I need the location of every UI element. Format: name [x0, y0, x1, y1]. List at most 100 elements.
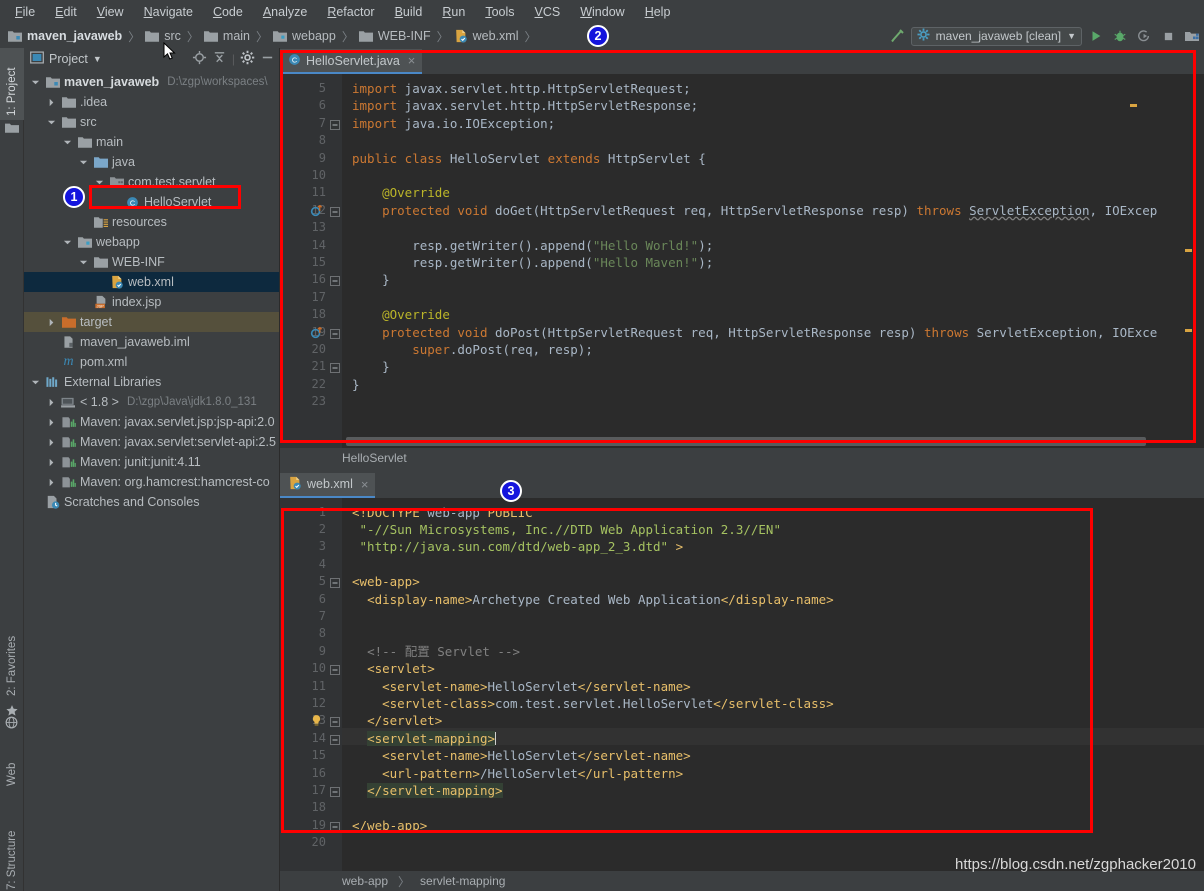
code-fold-icon[interactable] — [330, 118, 341, 130]
project-structure-icon[interactable] — [1182, 26, 1202, 46]
tree-node-maven--org-hamcrest-hamcrest-co[interactable]: Maven: org.hamcrest:hamcrest-co — [24, 472, 279, 492]
code-line[interactable]: resp.getWriter().append("Hello World!"); — [352, 237, 713, 254]
code-line[interactable]: <servlet-mapping> — [352, 730, 496, 747]
tool-window-structure[interactable]: 7: Structure — [0, 800, 24, 891]
chevron-right-icon[interactable] — [46, 397, 57, 408]
chevron-down-icon[interactable] — [30, 377, 41, 388]
tree-node-webapp[interactable]: webapp — [24, 232, 279, 252]
code-line[interactable]: import javax.servlet.http.HttpServletRes… — [352, 97, 698, 114]
chevron-down-icon[interactable] — [62, 237, 73, 248]
code-line[interactable]: <servlet-class>com.test.servlet.HelloSer… — [352, 695, 834, 712]
editor-bottom-code[interactable]: 1 <!DOCTYPE web-app PUBLIC 2 "-//Sun Micro… — [280, 497, 1204, 871]
tree-node-scratches-and-consoles[interactable]: Scratches and Consoles — [24, 492, 279, 512]
menu-item-window[interactable]: Window — [571, 3, 633, 21]
tree-node-maven-javaweb-iml[interactable]: maven_javaweb.iml — [24, 332, 279, 352]
error-stripe-marker[interactable] — [1185, 249, 1192, 252]
code-line[interactable]: } — [352, 376, 360, 393]
chevron-down-icon[interactable] — [94, 177, 105, 188]
menu-item-help[interactable]: Help — [636, 3, 680, 21]
chevron-right-icon[interactable] — [46, 417, 57, 428]
code-fold-icon[interactable] — [330, 327, 341, 339]
chevron-down-icon[interactable] — [30, 77, 41, 88]
breadcrumb-maven-javaweb[interactable]: maven_javaweb — [6, 28, 125, 44]
code-line[interactable]: "http://java.sun.com/dtd/web-app_2_3.dtd… — [352, 538, 684, 555]
tree-node-maven-javaweb[interactable]: maven_javaweb D:\zgp\workspaces\ — [24, 72, 279, 92]
tree-node-external-libraries[interactable]: External Libraries — [24, 372, 279, 392]
code-line[interactable]: protected void doPost(HttpServletRequest… — [352, 324, 1157, 341]
collapse-all-icon[interactable] — [212, 50, 227, 68]
debug-icon[interactable] — [1110, 26, 1130, 46]
breadcrumb-web-inf[interactable]: WEB-INF — [357, 28, 434, 44]
code-line[interactable]: super.doPost(req, resp); — [352, 341, 593, 358]
chevron-right-icon[interactable] — [46, 317, 57, 328]
tab-HelloServlet-java[interactable]: C HelloServlet.java × — [280, 49, 423, 74]
code-line[interactable]: </servlet-mapping> — [352, 782, 503, 799]
chevron-down-icon[interactable] — [78, 257, 89, 268]
code-line[interactable]: resp.getWriter().append("Hello Maven!"); — [352, 254, 713, 271]
close-icon[interactable]: × — [361, 477, 369, 492]
tool-window-favorites[interactable]: 2: Favorites — [0, 608, 24, 700]
override-method-icon[interactable] — [310, 204, 323, 217]
code-line[interactable]: <servlet> — [352, 660, 435, 677]
tree-node-src[interactable]: src — [24, 112, 279, 132]
code-line[interactable]: protected void doGet(HttpServletRequest … — [352, 202, 1157, 219]
code-fold-icon[interactable] — [330, 576, 341, 589]
run-configuration-selector[interactable]: maven_javaweb [clean] ▼ — [910, 26, 1082, 46]
menu-item-run[interactable]: Run — [433, 3, 474, 21]
code-fold-icon[interactable] — [330, 715, 341, 728]
xml-breadcrumb-servlet-mapping[interactable]: servlet-mapping — [420, 874, 505, 888]
code-line[interactable]: <servlet-name>HelloServlet</servlet-name… — [352, 747, 691, 764]
menu-item-tools[interactable]: Tools — [476, 3, 523, 21]
code-line[interactable]: <url-pattern>/HelloServlet</url-pattern> — [352, 765, 683, 782]
override-method-icon[interactable] — [310, 326, 323, 339]
error-stripe-marker[interactable] — [1130, 104, 1137, 107]
code-line[interactable]: <web-app> — [352, 573, 420, 590]
code-line[interactable]: <!-- 配置 Servlet --> — [352, 643, 520, 660]
chevron-down-icon[interactable] — [78, 157, 89, 168]
menu-item-view[interactable]: View — [88, 3, 133, 21]
close-icon[interactable]: × — [408, 53, 416, 68]
tree-node--idea[interactable]: .idea — [24, 92, 279, 112]
menu-item-analyze[interactable]: Analyze — [254, 3, 316, 21]
tree-node-index-jsp[interactable]: JSP index.jsp — [24, 292, 279, 312]
tree-node-resources[interactable]: resources — [24, 212, 279, 232]
code-line[interactable]: @Override — [352, 306, 450, 323]
menu-item-build[interactable]: Build — [386, 3, 432, 21]
code-fold-icon[interactable] — [330, 274, 341, 287]
tool-window-web[interactable]: Web — [0, 734, 24, 790]
tree-node---1-8--[interactable]: < 1.8 > D:\zgp\Java\jdk1.8.0_131 — [24, 392, 279, 412]
tree-node-target[interactable]: target — [24, 312, 279, 332]
menu-item-refactor[interactable]: Refactor — [318, 3, 383, 21]
menu-item-code[interactable]: Code — [204, 3, 252, 21]
chevron-down-icon[interactable] — [46, 117, 57, 128]
tree-node-java[interactable]: java — [24, 152, 279, 172]
error-stripe-marker[interactable] — [1185, 329, 1192, 332]
code-line[interactable]: <!DOCTYPE web-app PUBLIC — [352, 504, 533, 521]
code-line[interactable]: <servlet-name>HelloServlet</servlet-name… — [352, 678, 691, 695]
settings-gear-icon[interactable] — [240, 50, 255, 68]
tree-node-maven--javax-servlet-servlet-api-2-5[interactable]: Maven: javax.servlet:servlet-api:2.5 — [24, 432, 279, 452]
editor-top-hscrollbar[interactable] — [346, 436, 1146, 446]
code-line[interactable]: import javax.servlet.http.HttpServletReq… — [352, 80, 691, 97]
chevron-right-icon[interactable] — [46, 437, 57, 448]
chevron-right-icon[interactable] — [46, 457, 57, 468]
tool-window-project[interactable]: 1: Project — [0, 48, 24, 120]
code-fold-icon[interactable] — [330, 361, 341, 374]
code-fold-icon[interactable] — [330, 820, 341, 832]
breadcrumb-class[interactable]: HelloServlet — [342, 451, 407, 465]
menu-item-vcs[interactable]: VCS — [526, 3, 570, 21]
code-line[interactable]: "-//Sun Microsystems, Inc.//DTD Web Appl… — [352, 521, 781, 538]
tree-node-com-test-servlet[interactable]: com.test.servlet — [24, 172, 279, 192]
code-line[interactable]: } — [352, 271, 390, 288]
run-coverage-icon[interactable] — [1134, 26, 1154, 46]
tree-node-web-xml[interactable]: web.xml — [24, 272, 279, 292]
stop-icon[interactable] — [1158, 26, 1178, 46]
tree-node-web-inf[interactable]: WEB-INF — [24, 252, 279, 272]
tab-web-xml[interactable]: web.xml × — [280, 472, 376, 498]
tree-node-pom-xml[interactable]: m pom.xml — [24, 352, 279, 372]
chevron-down-icon[interactable]: ▼ — [93, 54, 102, 64]
project-tree[interactable]: maven_javaweb D:\zgp\workspaces\ .idea src m… — [24, 70, 279, 891]
chevron-down-icon[interactable] — [62, 137, 73, 148]
chevron-right-icon[interactable] — [46, 477, 57, 488]
build-hammer-icon[interactable] — [887, 26, 907, 46]
